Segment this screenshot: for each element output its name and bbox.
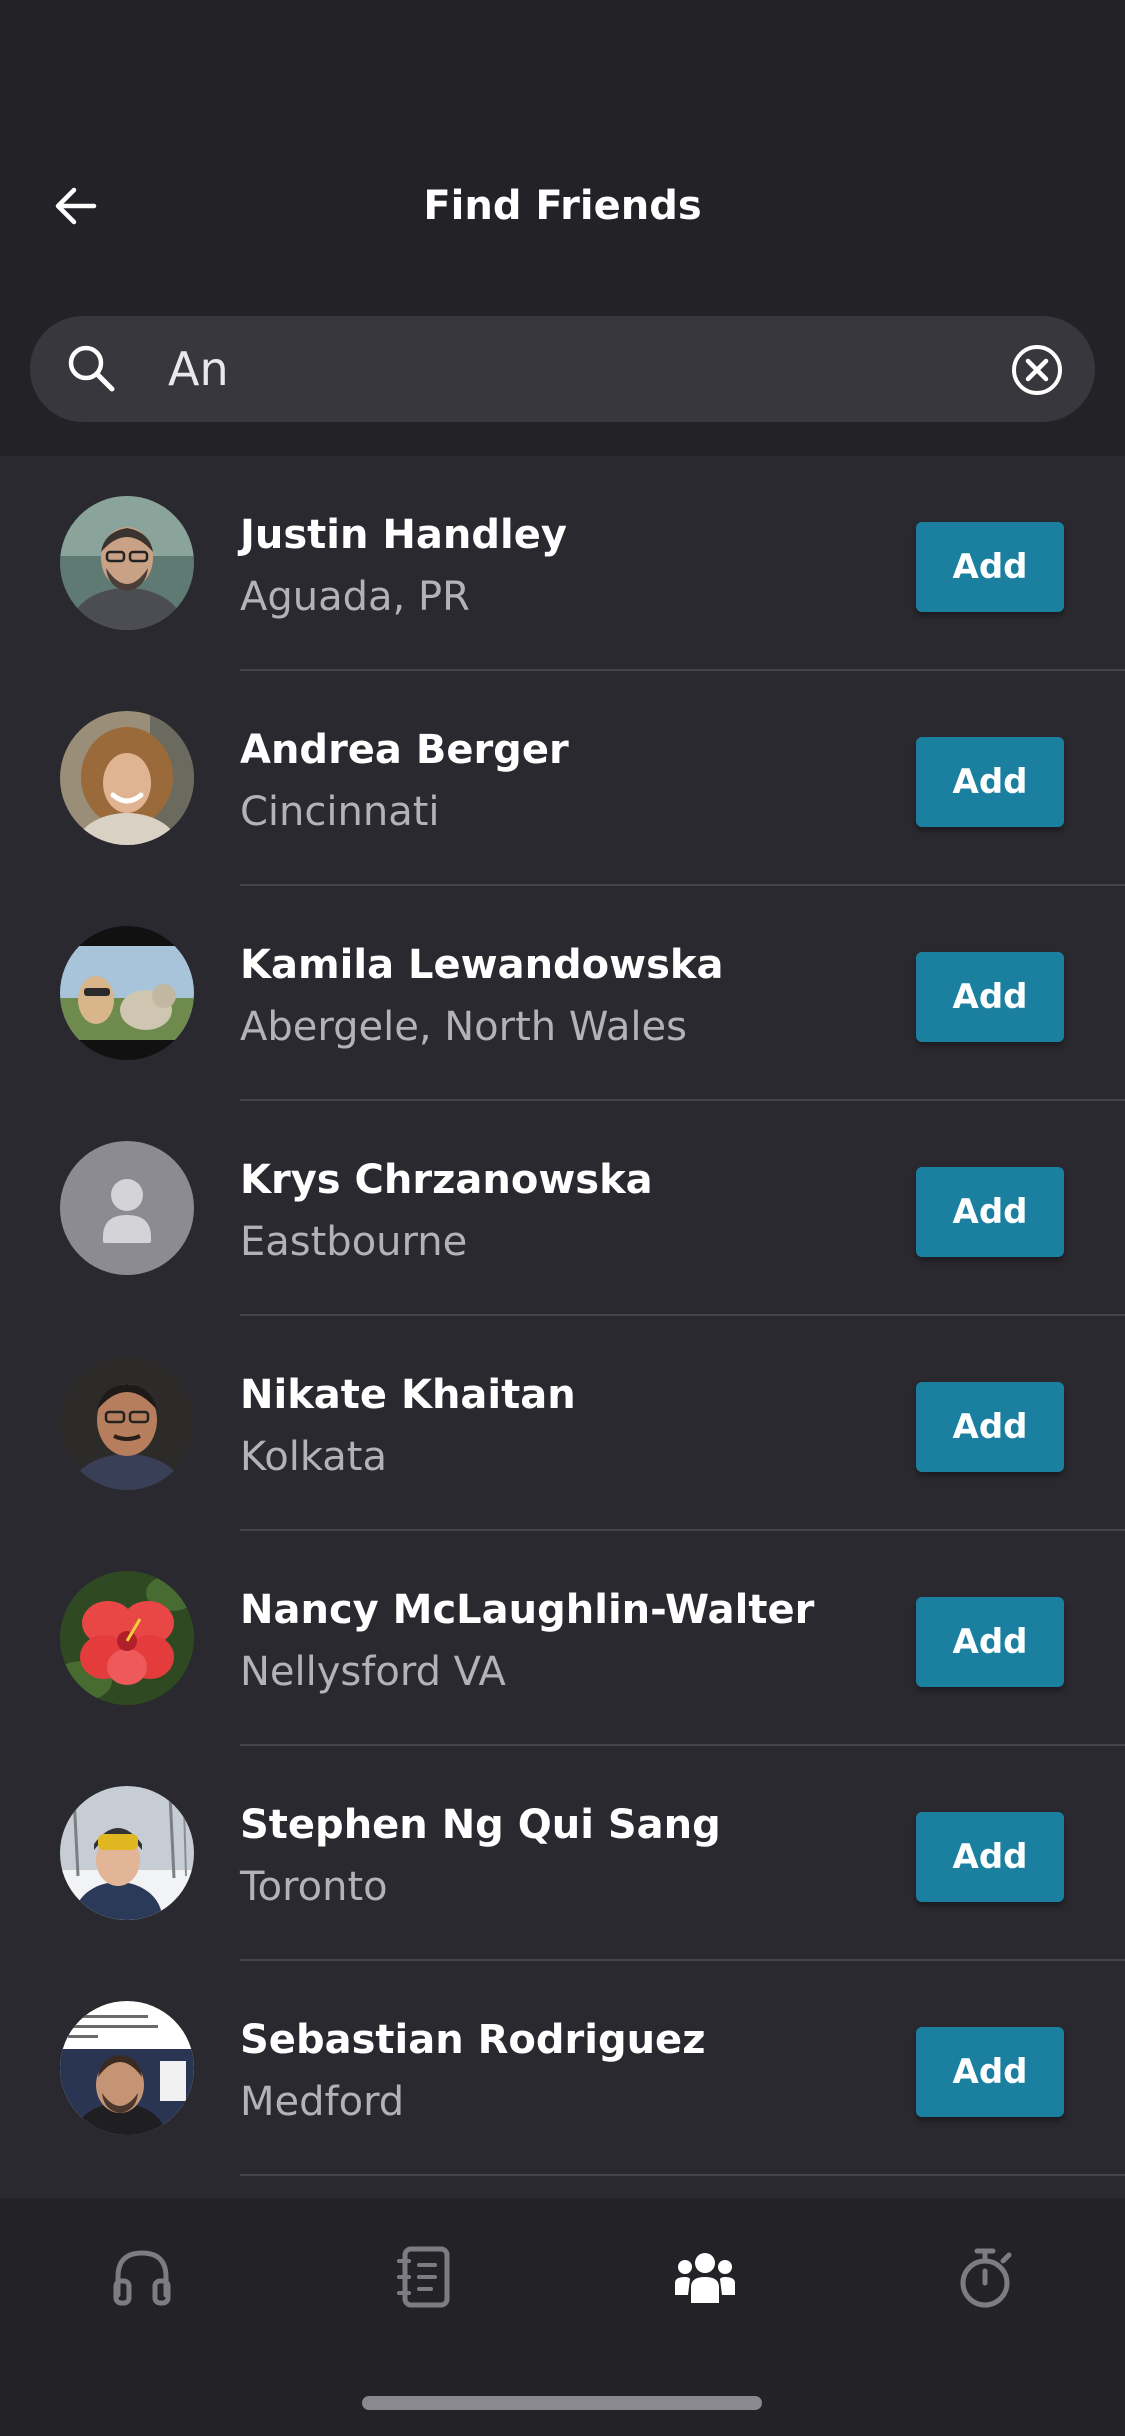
add-friend-button[interactable]: Add bbox=[916, 1812, 1064, 1902]
add-friend-button[interactable]: Add bbox=[916, 952, 1064, 1042]
avatar bbox=[60, 496, 194, 630]
user-name: Krys Chrzanowska bbox=[240, 1157, 653, 1203]
list-item[interactable]: Nancy McLaughlin-Walter Nellysford VA Ad… bbox=[0, 1531, 1125, 1746]
list-item[interactable]: Kamila Lewandowska Abergele, North Wales… bbox=[0, 886, 1125, 1101]
default-avatar-icon bbox=[60, 1141, 194, 1275]
search-bar bbox=[30, 316, 1095, 422]
headphones-icon bbox=[113, 2250, 171, 2306]
user-name: Kamila Lewandowska bbox=[240, 942, 724, 988]
add-friend-button[interactable]: Add bbox=[916, 1167, 1064, 1257]
stopwatch-icon bbox=[960, 2248, 1012, 2308]
avatar bbox=[60, 1786, 194, 1920]
divider bbox=[240, 2174, 1125, 2176]
user-location: Abergele, North Wales bbox=[240, 1004, 687, 1050]
list-item[interactable]: Andrea Berger Cincinnati Add bbox=[0, 671, 1125, 886]
friends-icon bbox=[675, 2253, 735, 2303]
tab-friends[interactable] bbox=[660, 2232, 750, 2322]
notebook-icon bbox=[397, 2246, 450, 2308]
user-name: Nancy McLaughlin-Walter bbox=[240, 1587, 815, 1633]
avatar bbox=[60, 1356, 194, 1490]
header: Find Friends bbox=[0, 0, 1125, 456]
add-friend-button[interactable]: Add bbox=[916, 737, 1064, 827]
list-item[interactable]: Krys Chrzanowska Eastbourne Add bbox=[0, 1101, 1125, 1316]
user-location: Nellysford VA bbox=[240, 1649, 506, 1695]
results-list: Justin Handley Aguada, PR Add Andrea Ber… bbox=[0, 456, 1125, 2198]
list-item[interactable]: Sebastian Rodriguez Medford Add bbox=[0, 1961, 1125, 2176]
tab-journal[interactable] bbox=[379, 2232, 469, 2322]
add-friend-button[interactable]: Add bbox=[916, 522, 1064, 612]
search-icon bbox=[68, 345, 115, 392]
tab-timer[interactable] bbox=[942, 2232, 1032, 2322]
add-friend-button[interactable]: Add bbox=[916, 1382, 1064, 1472]
avatar bbox=[60, 2001, 194, 2135]
user-name: Nikate Khaitan bbox=[240, 1372, 576, 1418]
user-location: Eastbourne bbox=[240, 1219, 468, 1265]
avatar bbox=[60, 926, 194, 1060]
user-name: Justin Handley bbox=[240, 512, 567, 558]
user-name: Stephen Ng Qui Sang bbox=[240, 1802, 721, 1848]
home-indicator bbox=[362, 2396, 762, 2410]
user-location: Kolkata bbox=[240, 1434, 387, 1480]
add-friend-button[interactable]: Add bbox=[916, 1597, 1064, 1687]
user-location: Cincinnati bbox=[240, 789, 440, 835]
user-name: Andrea Berger bbox=[240, 727, 569, 773]
avatar bbox=[60, 1571, 194, 1705]
search-input[interactable] bbox=[168, 336, 1008, 402]
list-item[interactable]: Stephen Ng Qui Sang Toronto Add bbox=[0, 1746, 1125, 1961]
user-location: Medford bbox=[240, 2079, 405, 2125]
tab-listen[interactable] bbox=[97, 2232, 187, 2322]
list-item[interactable]: Justin Handley Aguada, PR Add bbox=[0, 456, 1125, 671]
avatar bbox=[60, 711, 194, 845]
add-friend-button[interactable]: Add bbox=[916, 2027, 1064, 2117]
user-location: Aguada, PR bbox=[240, 574, 470, 620]
clear-search-icon[interactable] bbox=[1009, 342, 1065, 398]
user-name: Sebastian Rodriguez bbox=[240, 2017, 706, 2063]
user-location: Toronto bbox=[240, 1864, 388, 1910]
list-item[interactable]: Nikate Khaitan Kolkata Add bbox=[0, 1316, 1125, 1531]
page-title: Find Friends bbox=[423, 183, 702, 229]
